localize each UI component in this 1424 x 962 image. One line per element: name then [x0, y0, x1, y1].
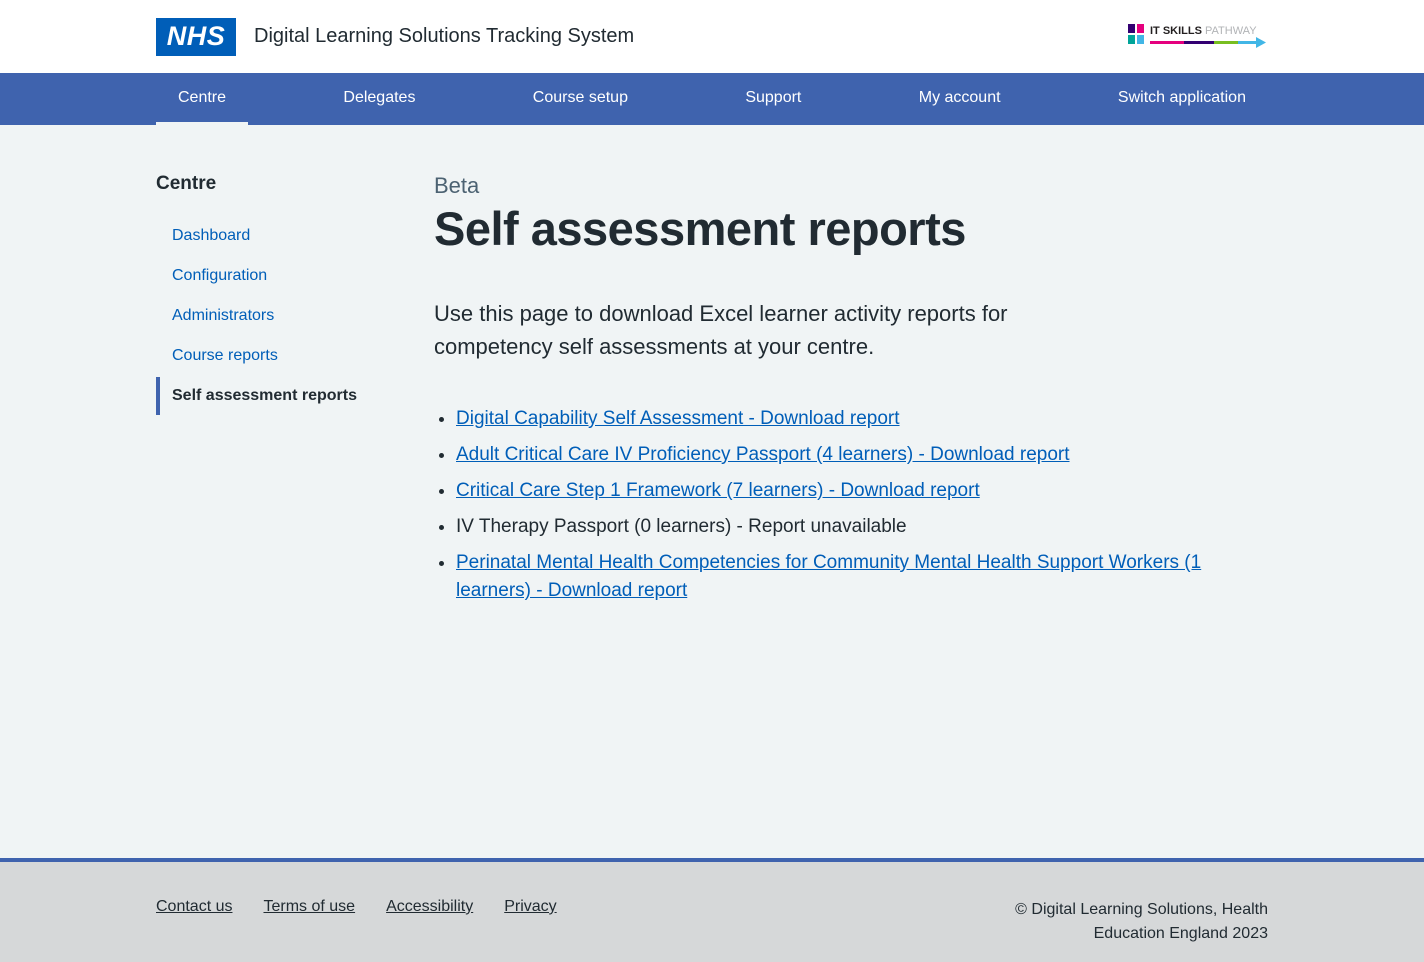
report-download-link-digital-capability[interactable]: Digital Capability Self Assessment - Dow… — [456, 408, 900, 429]
sidebar-item-course-reports[interactable]: Course reports — [156, 337, 434, 375]
footer-link-terms-of-use[interactable]: Terms of use — [263, 898, 355, 916]
main-nav: Centre Delegates Course setup Support My… — [0, 73, 1424, 125]
report-list-item: Critical Care Step 1 Framework (7 learne… — [456, 477, 1254, 505]
sidebar-item-configuration[interactable]: Configuration — [156, 257, 434, 295]
header: NHS Digital Learning Solutions Tracking … — [0, 0, 1424, 73]
report-download-link-perinatal-mental-health[interactable]: Perinatal Mental Health Competencies for… — [456, 552, 1201, 601]
nhs-logo[interactable]: NHS — [156, 17, 236, 56]
report-list: Digital Capability Self Assessment - Dow… — [434, 405, 1254, 605]
sidebar-item-dashboard[interactable]: Dashboard — [156, 217, 434, 255]
footer-link-contact-us[interactable]: Contact us — [156, 898, 232, 916]
it-skills-pathway-logo: IT SKILLS PATHWAY — [1128, 20, 1268, 54]
footer-link-accessibility[interactable]: Accessibility — [386, 898, 473, 916]
nav-item-switch-application[interactable]: Switch application — [1096, 73, 1268, 125]
report-download-link-critical-care-step-1[interactable]: Critical Care Step 1 Framework (7 learne… — [456, 480, 980, 501]
it-skills-pathway-logo-graphic: IT SKILLS PATHWAY — [1128, 23, 1266, 48]
report-list-item: Perinatal Mental Health Competencies for… — [456, 549, 1254, 605]
page-description: Use this page to download Excel learner … — [434, 301, 1008, 359]
page-body: Beta Self assessment reports Use this pa… — [434, 173, 1254, 613]
report-list-item: Digital Capability Self Assessment - Dow… — [456, 405, 1254, 433]
main-content: Centre Dashboard Configuration Administr… — [0, 125, 1424, 858]
report-list-item: IV Therapy Passport (0 learners) - Repor… — [456, 513, 1254, 541]
sidebar-item-self-assessment-reports[interactable]: Self assessment reports — [156, 377, 434, 415]
app-title: Digital Learning Solutions Tracking Syst… — [254, 25, 635, 47]
sidebar: Centre Dashboard Configuration Administr… — [156, 173, 434, 613]
beta-label: Beta — [434, 173, 480, 198]
page-title: Self assessment reports — [434, 202, 966, 255]
sidebar-item-administrators[interactable]: Administrators — [156, 297, 434, 335]
footer-link-privacy[interactable]: Privacy — [504, 898, 556, 916]
copyright-line-1: © Digital Learning Solutions, Health — [1015, 901, 1268, 918]
nav-item-course-setup[interactable]: Course setup — [511, 73, 650, 125]
copyright-line-2: Education England 2023 — [1093, 925, 1268, 942]
nav-item-my-account[interactable]: My account — [897, 73, 1023, 125]
copyright-notice: © Digital Learning Solutions, Health Edu… — [1015, 898, 1268, 946]
footer-links: Contact us Terms of use Accessibility Pr… — [156, 898, 557, 916]
report-download-link-adult-critical-care[interactable]: Adult Critical Care IV Proficiency Passp… — [456, 444, 1070, 465]
nav-item-centre[interactable]: Centre — [156, 73, 249, 125]
report-unavailable-iv-therapy: IV Therapy Passport (0 learners) - Repor… — [456, 516, 907, 538]
report-list-item: Adult Critical Care IV Proficiency Passp… — [456, 441, 1254, 469]
nav-item-delegates[interactable]: Delegates — [321, 73, 437, 125]
nav-item-support[interactable]: Support — [723, 73, 823, 125]
svg-text:IT SKILLS: IT SKILLS — [1150, 25, 1202, 37]
svg-text:PATHWAY: PATHWAY — [1205, 25, 1257, 37]
sidebar-title: Centre — [156, 173, 217, 194]
footer: Contact us Terms of use Accessibility Pr… — [0, 858, 1424, 962]
